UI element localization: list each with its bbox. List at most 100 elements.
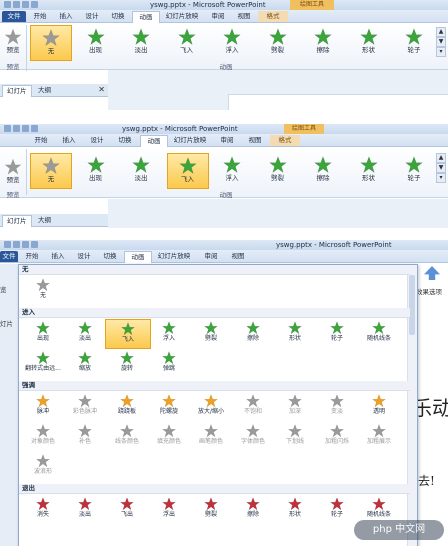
quick-access-toolbar[interactable] <box>4 125 40 133</box>
effect-item[interactable]: 放大/缩小 <box>189 392 233 420</box>
tab-2[interactable]: 设计 <box>84 135 110 146</box>
preview-button[interactable]: 预览 <box>2 25 24 54</box>
effect-item[interactable]: 劈裂 <box>189 319 233 347</box>
preview-button[interactable]: 预览 <box>2 155 24 184</box>
preview-label[interactable]: 览 <box>0 284 7 294</box>
effect-item[interactable]: 出现 <box>21 319 65 347</box>
effect-item[interactable]: 飞出 <box>105 495 149 523</box>
tab-4[interactable]: 切换 <box>98 251 122 262</box>
quick-access-toolbar[interactable] <box>4 241 40 249</box>
gallery-item-1[interactable]: 出现 <box>76 25 116 59</box>
effect-item[interactable]: 随机线条 <box>357 495 401 523</box>
tab-0[interactable]: 文件 <box>0 251 18 262</box>
effect-options-icon[interactable] <box>424 266 440 280</box>
effect-item[interactable]: 擦除 <box>231 495 275 523</box>
gallery-item-3[interactable]: 飞入 <box>167 25 207 59</box>
effect-item-label: 劈裂 <box>204 511 217 518</box>
tab-5[interactable]: 动画 <box>132 11 160 23</box>
tab-4[interactable]: 切换 <box>106 11 130 22</box>
effect-item[interactable]: 淡出 <box>63 319 107 347</box>
effect-item[interactable]: 劈裂 <box>189 495 233 523</box>
gallery-item-6[interactable]: 擦除 <box>303 153 343 187</box>
section-header: 强调 <box>19 381 410 391</box>
gallery-scroll-up[interactable]: ▲ <box>436 153 446 163</box>
tab-outline[interactable]: 大纲 <box>34 215 55 226</box>
tab-2[interactable]: 插入 <box>46 251 70 262</box>
gallery-item-7[interactable]: 形状 <box>349 153 389 187</box>
gallery-more-button[interactable]: ▾ <box>436 47 446 57</box>
effect-item[interactable]: 缩放 <box>63 349 107 377</box>
effect-item: 彩色脉冲 <box>63 392 107 420</box>
tab-3[interactable]: 切换 <box>112 135 138 146</box>
gallery-item-8[interactable]: 轮子 <box>394 25 434 59</box>
gallery-item-7[interactable]: 形状 <box>349 25 389 59</box>
tab-0[interactable]: 开始 <box>28 135 54 146</box>
gallery-scroll-up[interactable]: ▲ <box>436 27 446 37</box>
tab-1[interactable]: 开始 <box>20 251 44 262</box>
tab-5[interactable]: 动画 <box>124 251 152 263</box>
tab-slides[interactable]: 幻灯片 <box>2 85 32 97</box>
gallery-more-button[interactable]: ▾ <box>436 173 446 183</box>
effect-item[interactable]: 跷跷板 <box>105 392 149 420</box>
gallery-scroll-down[interactable]: ▼ <box>436 37 446 47</box>
tab-8[interactable]: 格式 <box>270 135 300 146</box>
gallery-item-0[interactable]: 无 <box>30 153 72 189</box>
gallery-item-6[interactable]: 擦除 <box>303 25 343 59</box>
star-gray-icon <box>246 394 260 408</box>
effect-item[interactable]: 形状 <box>273 495 317 523</box>
gallery-item-0[interactable]: 无 <box>30 25 72 61</box>
effect-item[interactable]: 透明 <box>357 392 401 420</box>
tab-1[interactable]: 开始 <box>28 11 52 22</box>
star-gold-icon <box>162 394 176 408</box>
tab-6[interactable]: 幻灯片放映 <box>160 11 204 22</box>
tab-7[interactable]: 审阅 <box>198 251 224 262</box>
effect-item[interactable]: 浮出 <box>147 495 191 523</box>
effect-item[interactable]: 飞入 <box>105 319 151 349</box>
effect-item[interactable]: 浮入 <box>147 319 191 347</box>
tab-8[interactable]: 视图 <box>226 251 250 262</box>
tab-outline[interactable]: 大纲 <box>34 85 55 96</box>
gallery-item-4[interactable]: 浮入 <box>212 25 252 59</box>
gallery-scroll-down[interactable]: ▼ <box>436 163 446 173</box>
effect-options-label[interactable]: 效果选项 <box>416 286 442 296</box>
gallery-item-4[interactable]: 浮入 <box>212 153 252 187</box>
tab-6[interactable]: 审阅 <box>214 135 240 146</box>
tab-3[interactable]: 设计 <box>72 251 96 262</box>
gallery-item-5[interactable]: 劈裂 <box>258 153 298 187</box>
tab-3[interactable]: 设计 <box>80 11 104 22</box>
gallery-item-5[interactable]: 劈裂 <box>258 25 298 59</box>
gallery-item-2[interactable]: 淡出 <box>121 25 161 59</box>
tab-4[interactable]: 动画 <box>140 135 168 147</box>
tab-7[interactable]: 审阅 <box>206 11 230 22</box>
gallery-item-1[interactable]: 出现 <box>76 153 116 187</box>
effect-item[interactable]: 弹跳 <box>147 349 191 377</box>
tab-1[interactable]: 插入 <box>56 135 82 146</box>
effect-item[interactable]: 脉冲 <box>21 392 65 420</box>
tab-slides[interactable]: 幻灯片 <box>2 215 32 227</box>
gallery-item-3[interactable]: 飞入 <box>166 153 209 189</box>
gallery-item-8[interactable]: 轮子 <box>394 153 434 187</box>
quick-access-toolbar[interactable] <box>4 1 40 9</box>
effect-item[interactable]: 形状 <box>273 319 317 347</box>
close-icon[interactable]: ✕ <box>98 85 105 95</box>
effect-item[interactable]: 轮子 <box>315 495 359 523</box>
tab-0[interactable]: 文件 <box>2 11 26 22</box>
tab-6[interactable]: 幻灯片放映 <box>152 251 196 262</box>
tab-8[interactable]: 视图 <box>232 11 256 22</box>
effect-item[interactable]: 翻转式由远... <box>21 349 65 377</box>
effect-item[interactable]: 淡出 <box>63 495 107 523</box>
tab-9[interactable]: 格式 <box>258 11 288 22</box>
effect-item[interactable]: 随机线条 <box>357 319 401 347</box>
effect-item[interactable]: 无 <box>21 276 65 304</box>
tab-7[interactable]: 视图 <box>242 135 268 146</box>
tab-5[interactable]: 幻灯片放映 <box>168 135 212 146</box>
tab-2[interactable]: 插入 <box>54 11 78 22</box>
effect-item[interactable]: 消失 <box>21 495 65 523</box>
effect-item[interactable]: 轮子 <box>315 319 359 347</box>
slide-canvas[interactable] <box>228 94 448 110</box>
slides-tab-label[interactable]: 灯片 <box>0 318 13 328</box>
effect-item[interactable]: 擦除 <box>231 319 275 347</box>
gallery-item-2[interactable]: 淡出 <box>121 153 161 187</box>
effect-item[interactable]: 陀螺旋 <box>147 392 191 420</box>
effect-item[interactable]: 旋转 <box>105 349 149 377</box>
